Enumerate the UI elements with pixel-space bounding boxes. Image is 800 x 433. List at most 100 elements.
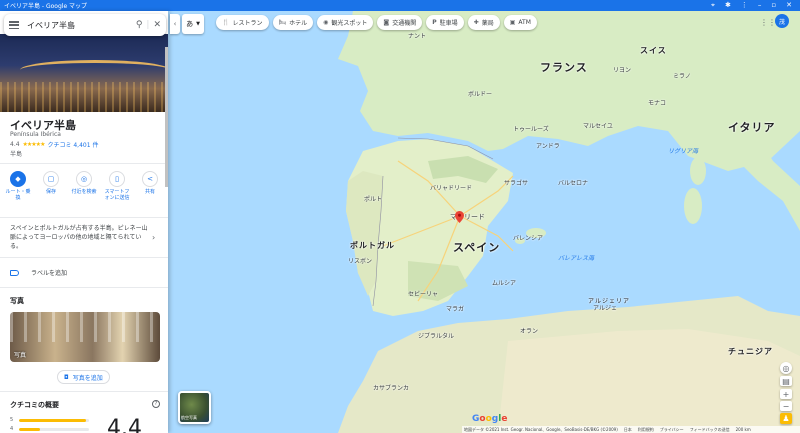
place-hero-photo[interactable] [0, 34, 168, 112]
map-label-casablanca[interactable]: カサブランカ [373, 383, 409, 392]
map-label-marseille[interactable]: マルセイユ [583, 121, 613, 130]
bridge-shape [20, 60, 168, 80]
minimize-icon[interactable]: – [758, 1, 762, 10]
chip-transit[interactable]: ◙ 交通機関 [377, 15, 423, 30]
map-label-zaragoza[interactable]: サラゴサ [504, 178, 528, 187]
zoom-in-button[interactable]: + [780, 389, 792, 399]
map-label-murcia[interactable]: ムルシア [492, 278, 516, 287]
map-scale[interactable]: 200 km [736, 427, 751, 432]
search-icon[interactable]: ⚲ [136, 20, 143, 30]
review-summary-title: クチコミの概要 [10, 401, 59, 409]
chip-hotel[interactable]: 🛏 ホテル [272, 15, 314, 30]
map-label-valencia[interactable]: バレンシア [513, 233, 543, 242]
chip-label: レストラン [232, 20, 263, 27]
help-icon[interactable]: ? [152, 400, 160, 408]
map-label-nantes[interactable]: ナント [408, 31, 426, 40]
chip-attraction[interactable]: ◉ 観光スポット [317, 15, 374, 30]
share-icon: < [142, 171, 158, 187]
map-label-porto[interactable]: ポルト [364, 194, 382, 203]
panel-scrollbar[interactable] [165, 47, 168, 187]
rating-bar-track [19, 418, 90, 422]
chip-parking[interactable]: P 駐車場 [426, 15, 464, 30]
footer-link-japan[interactable]: 日本 [624, 427, 632, 433]
footer-link-terms[interactable]: 利用規約 [638, 427, 654, 433]
search-box: イベリア半島 ⚲ | ✕ [4, 14, 166, 36]
map-label-malaga[interactable]: マラガ [446, 304, 464, 313]
more-icon[interactable]: ⋮ [741, 1, 748, 10]
footer-link-feedback[interactable]: フィードバックの送信 [690, 427, 730, 433]
directions-button[interactable]: ◆ ルート・乗換 [4, 171, 32, 201]
send-to-phone-button[interactable]: ▯ スマートフォンに送信 [103, 171, 131, 201]
add-label-button[interactable]: ラベルを追加 [10, 268, 67, 277]
rating-row: 4.4 ★★★★★ クチコミ 4,401 件 [10, 140, 98, 149]
map-label-monaco[interactable]: モナコ [648, 98, 666, 107]
chip-restaurant[interactable]: 🍴 レストラン [216, 15, 269, 30]
place-pin-icon[interactable] [455, 211, 464, 223]
map-label-france[interactable]: フランス [540, 59, 588, 75]
map-label-italy[interactable]: イタリア [728, 119, 776, 135]
restaurant-icon: 🍴 [222, 19, 230, 26]
my-location-icon[interactable]: ◎ [780, 362, 792, 374]
search-input[interactable]: イベリア半島 [27, 20, 132, 31]
map-label-milan[interactable]: ミラノ [673, 71, 691, 80]
map-label-switzerland[interactable]: スイス [640, 45, 667, 56]
map-graphic [338, 11, 800, 433]
place-description[interactable]: スペインとポルトガルが占有する半島。ピレネー山脈によってヨーロッパの他の地域と隔… [10, 224, 150, 251]
caret-down-icon: ▼ [196, 21, 200, 27]
photo-arches [10, 312, 160, 342]
close-window-icon[interactable]: ✕ [786, 1, 792, 10]
layers-icon[interactable]: ▤ [780, 376, 792, 386]
photo-label: 写真 [14, 352, 27, 359]
save-button[interactable]: ▢ 保存 [37, 171, 65, 201]
map-label-oran[interactable]: オラン [520, 326, 538, 335]
chip-atm[interactable]: ▣ ATM [503, 15, 537, 30]
map-label-barcelona[interactable]: バルセロナ [558, 178, 588, 187]
overall-rating: 4.4 [107, 416, 142, 433]
place-type[interactable]: 半島 [10, 149, 22, 158]
chevron-right-icon[interactable]: › [152, 233, 155, 242]
nearby-label: 付近を検索 [71, 189, 97, 195]
map-label-andorra[interactable]: アンドラ [536, 141, 560, 150]
map-label-lyon[interactable]: リヨン [613, 65, 631, 74]
input-tools-button[interactable]: あ ▼ [182, 14, 204, 34]
parking-icon: P [432, 19, 437, 26]
nearby-button[interactable]: ◎ 付近を検索 [70, 171, 98, 201]
apps-grid-icon[interactable]: ⋮⋮ [760, 18, 776, 27]
map-label-spain[interactable]: スペイン [453, 239, 500, 255]
map-label-bordeaux[interactable]: ボルドー [468, 89, 492, 98]
map-label-balearic-sea: バレアレス海 [558, 255, 595, 262]
rating-bar-label: 5 [10, 417, 14, 423]
map-label-portugal[interactable]: ポルトガル [350, 240, 395, 251]
chip-pharmacy[interactable]: ✚ 薬局 [467, 15, 500, 30]
maximize-icon[interactable]: ▫ [771, 1, 776, 10]
divider [0, 391, 168, 392]
satellite-layer-label: 航空写真 [181, 415, 197, 420]
menu-icon[interactable] [9, 21, 19, 29]
location-icon[interactable]: ⌖ [711, 1, 715, 10]
rating-bar-5: 5 [10, 417, 90, 423]
add-photo-button[interactable]: ◘ 写真を追加 [57, 370, 110, 384]
review-count-link[interactable]: クチコミ 4,401 件 [47, 140, 98, 149]
map-label-lisbon[interactable]: リスボン [348, 256, 372, 265]
map-canvas[interactable]: フランス スペイン ポルトガル イタリア スイス チュニジア アルジェリア マド… [168, 11, 800, 433]
share-button[interactable]: < 共有 [136, 171, 164, 201]
map-label-toulouse[interactable]: トゥールーズ [513, 124, 549, 133]
street-view-pegman-icon[interactable]: ♟ [780, 413, 792, 424]
zoom-out-button[interactable]: − [780, 401, 792, 411]
rating-bar-label: 4 [10, 426, 14, 432]
map-label-seville[interactable]: セビーリャ [408, 289, 438, 298]
map-label-tunisia[interactable]: チュニジア [728, 346, 773, 357]
clear-search-icon[interactable]: ✕ [153, 20, 161, 30]
separator: | [146, 20, 150, 30]
atm-icon: ▣ [509, 19, 516, 26]
divider [0, 257, 168, 258]
map-label-gibraltar[interactable]: ジブラルタル [418, 331, 454, 340]
satellite-layer-toggle[interactable]: 航空写真 [178, 391, 211, 424]
account-avatar[interactable]: 茂 [775, 14, 789, 28]
map-label-valladolid[interactable]: バリャドリード [430, 183, 472, 192]
footer-link-privacy[interactable]: プライバシー [660, 427, 684, 433]
collapse-panel-button[interactable]: ‹ [170, 14, 180, 34]
map-label-algiers[interactable]: アルジェ [593, 303, 617, 312]
extensions-icon[interactable]: ✱ [725, 1, 731, 10]
photo-thumbnail[interactable]: 写真 [10, 312, 160, 362]
